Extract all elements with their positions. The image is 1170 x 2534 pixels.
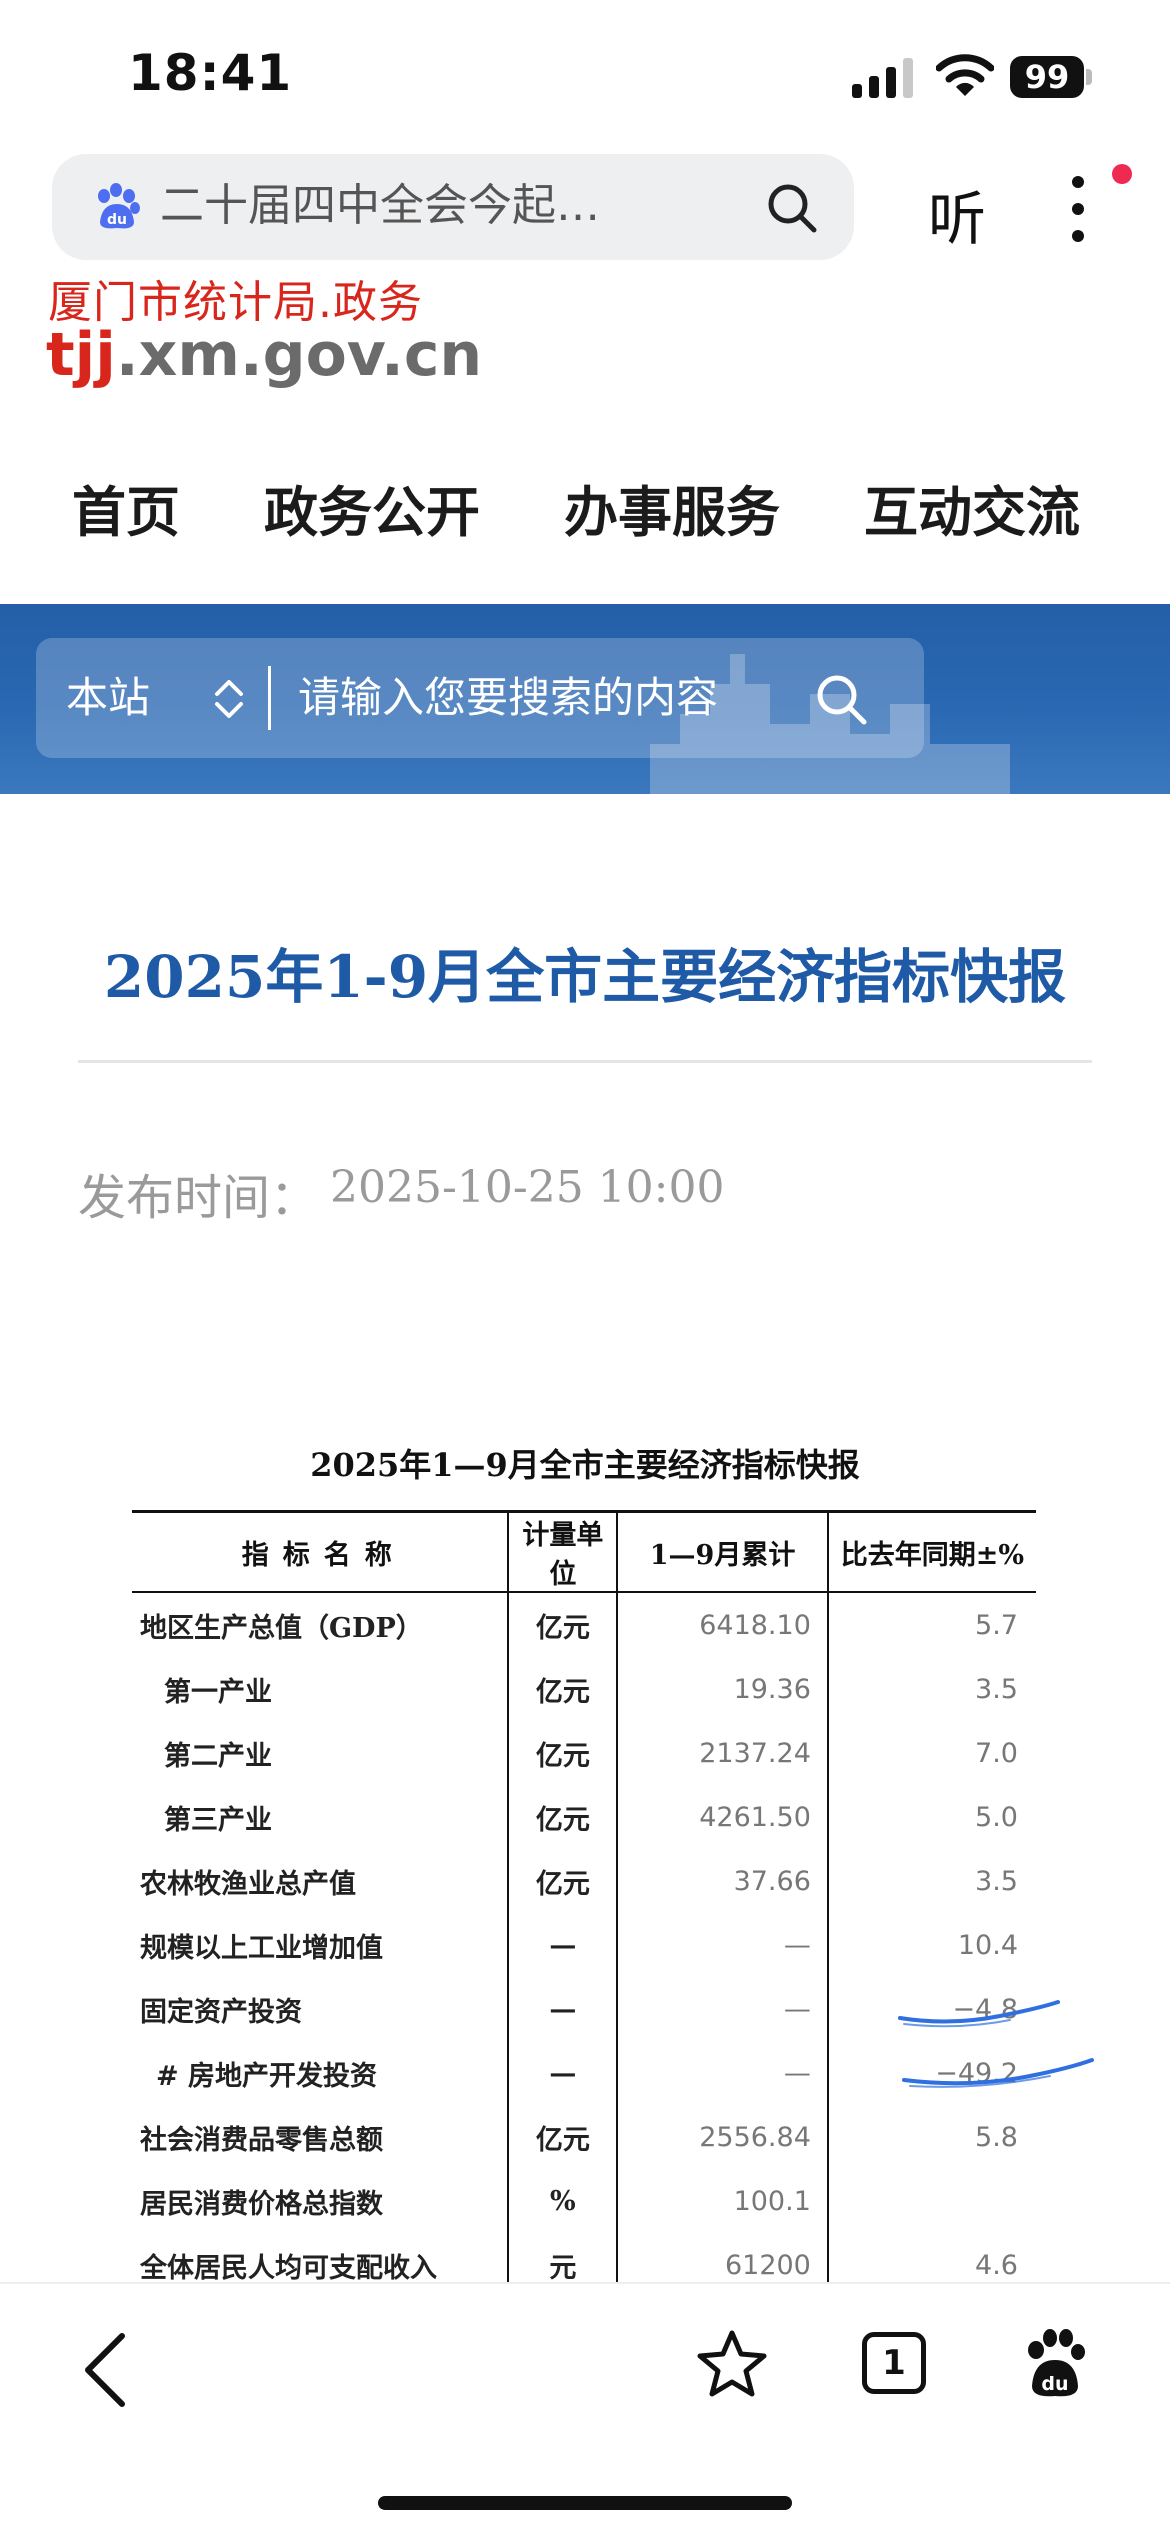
indicator-cumulative: 19.36 — [616, 1657, 828, 1721]
table-row: 农林牧渔业总产值 亿元 37.66 3.5 — [132, 1849, 1036, 1913]
logo-url-rest: .xm.gov.cn — [115, 320, 483, 390]
back-arrow-icon[interactable] — [78, 2330, 132, 2410]
indicator-unit: 元 — [507, 2233, 618, 2288]
search-icon[interactable] — [766, 182, 818, 234]
indicator-name: 第二产业 — [164, 1740, 272, 1772]
indicator-yoy: 4.6 — [826, 2233, 1036, 2288]
publish-label: 发布时间： — [78, 1170, 319, 1226]
battery-indicator: 99 — [1010, 56, 1094, 100]
indicator-unit: % — [507, 2169, 618, 2233]
svg-text:du: du — [107, 212, 127, 228]
indicator-table: 指标名称 计量单位 1—9月累计 比去年同期±% 地区生产总值（GDP） 亿元 … — [132, 1510, 1036, 2288]
indicator-yoy: 3.5 — [826, 1657, 1036, 1721]
indicator-unit: — — [507, 1977, 618, 2041]
indicator-cumulative: — — [616, 1913, 828, 1977]
baidu-paw-icon[interactable]: du — [1022, 2328, 1088, 2400]
table-row: 第二产业 亿元 2137.24 7.0 — [132, 1721, 1036, 1785]
nav-government-affairs[interactable]: 政务公开 — [264, 468, 480, 547]
tabs-count-button[interactable]: 1 — [862, 2332, 926, 2394]
search-icon[interactable] — [814, 672, 868, 726]
star-bookmark-icon[interactable] — [696, 2328, 768, 2400]
pen-underline-marks — [898, 2000, 1094, 2088]
indicator-unit: 亿元 — [507, 1785, 618, 1849]
header-unit: 计量单位 — [507, 1510, 618, 1593]
site-search-input[interactable]: 请输入您要搜索的内容 — [298, 668, 718, 728]
indicator-name: 居民消费价格总指数 — [140, 2188, 383, 2220]
indicator-cumulative: 2556.84 — [616, 2105, 828, 2169]
indicator-cumulative: 100.1 — [616, 2169, 828, 2233]
header-indicator-name: 指标名称 — [132, 1510, 509, 1593]
battery-tip — [1086, 69, 1092, 85]
table-row: 第一产业 亿元 19.36 3.5 — [132, 1657, 1036, 1721]
indicator-yoy: 3.5 — [826, 1849, 1036, 1913]
table-row: 地区生产总值（GDP） 亿元 6418.10 5.7 — [132, 1592, 1036, 1657]
indicator-cumulative: 37.66 — [616, 1849, 828, 1913]
svg-text:du: du — [1041, 2373, 1068, 2395]
indicator-name: 第一产业 — [164, 1676, 272, 1708]
status-time: 18:41 — [128, 44, 293, 102]
indicator-name: 农林牧渔业总产值 — [140, 1868, 356, 1900]
indicator-unit: 亿元 — [507, 1657, 618, 1721]
indicator-cumulative: — — [616, 2041, 828, 2105]
listen-button[interactable]: 听 — [928, 172, 986, 256]
search-divider — [268, 666, 271, 730]
cellular-signal-icon — [852, 58, 913, 98]
nav-home[interactable]: 首页 — [72, 468, 180, 547]
site-search-box[interactable]: 本站 请输入您要搜索的内容 — [36, 638, 924, 758]
search-scope-select[interactable]: 本站 — [66, 668, 150, 728]
table-row: 第三产业 亿元 4261.50 5.0 — [132, 1785, 1036, 1849]
indicator-unit: 亿元 — [507, 2105, 618, 2169]
article-title: 2025年1-9月全市主要经济指标快报 — [103, 943, 1067, 1011]
site-logo-url[interactable]: tjj.xm.gov.cn — [46, 320, 482, 390]
header-cumulative: 1—9月累计 — [616, 1510, 828, 1593]
browser-search-bar[interactable]: du 二十届四中全会今起… — [52, 154, 854, 260]
indicator-yoy: 5.0 — [826, 1785, 1036, 1849]
indicator-yoy: 5.7 — [826, 1592, 1036, 1657]
search-banner: 本站 请输入您要搜索的内容 — [0, 604, 1170, 794]
indicator-cumulative: 2137.24 — [616, 1721, 828, 1785]
indicator-name: 地区生产总值（GDP） — [140, 1612, 423, 1644]
indicator-cumulative: 61200 — [616, 2233, 828, 2288]
logo-url-prefix: tjj — [46, 320, 116, 390]
table-header-row: 指标名称 计量单位 1—9月累计 比去年同期±% — [132, 1510, 1036, 1593]
nav-services[interactable]: 办事服务 — [564, 468, 780, 547]
indicator-name: 第三产业 — [164, 1804, 272, 1836]
table-row: 居民消费价格总指数 % 100.1 — [132, 2169, 1036, 2233]
indicator-unit: 亿元 — [507, 1849, 618, 1913]
title-divider — [78, 1060, 1092, 1063]
nav-interaction[interactable]: 互动交流 — [864, 468, 1080, 547]
home-indicator[interactable] — [378, 2496, 792, 2510]
indicator-name: 固定资产投资 — [140, 1996, 302, 2028]
battery-percent: 99 — [1024, 58, 1070, 96]
wifi-icon — [936, 54, 994, 96]
table-row: 社会消费品零售总额 亿元 2556.84 5.8 — [132, 2105, 1036, 2169]
header-yoy-change: 比去年同期±% — [826, 1510, 1036, 1593]
indicator-name: # 房地产开发投资 — [156, 2060, 378, 2092]
indicator-yoy: 10.4 — [826, 1913, 1036, 1977]
indicator-yoy: 5.8 — [826, 2105, 1036, 2169]
indicator-table-grid: 指标名称 计量单位 1—9月累计 比去年同期±% 地区生产总值（GDP） 亿元 … — [132, 1510, 1036, 2288]
indicator-name: 规模以上工业增加值 — [140, 1932, 383, 1964]
indicator-unit: 亿元 — [507, 1592, 618, 1657]
more-menu-icon[interactable] — [1066, 174, 1090, 244]
browser-query-text[interactable]: 二十届四中全会今起… — [160, 176, 600, 236]
indicator-name: 社会消费品零售总额 — [140, 2124, 383, 2156]
indicator-yoy: 7.0 — [826, 1721, 1036, 1785]
table-caption: 2025年1—9月全市主要经济指标快报 — [310, 1446, 860, 1484]
indicator-yoy — [826, 2169, 1036, 2233]
indicator-cumulative: — — [616, 1977, 828, 2041]
indicator-unit: — — [507, 1913, 618, 1977]
baidu-paw-icon: du — [98, 183, 140, 229]
indicator-name: 全体居民人均可支配收入 — [140, 2252, 437, 2284]
indicator-cumulative: 6418.10 — [616, 1592, 828, 1657]
notification-dot — [1112, 164, 1132, 184]
indicator-unit: 亿元 — [507, 1721, 618, 1785]
sort-arrows-icon[interactable] — [214, 676, 244, 722]
publish-time: 2025-10-25 10:00 — [330, 1162, 725, 1213]
indicator-cumulative: 4261.50 — [616, 1785, 828, 1849]
table-row: 规模以上工业增加值 — — 10.4 — [132, 1913, 1036, 1977]
table-row: 全体居民人均可支配收入 元 61200 4.6 — [132, 2233, 1036, 2288]
indicator-unit: — — [507, 2041, 618, 2105]
